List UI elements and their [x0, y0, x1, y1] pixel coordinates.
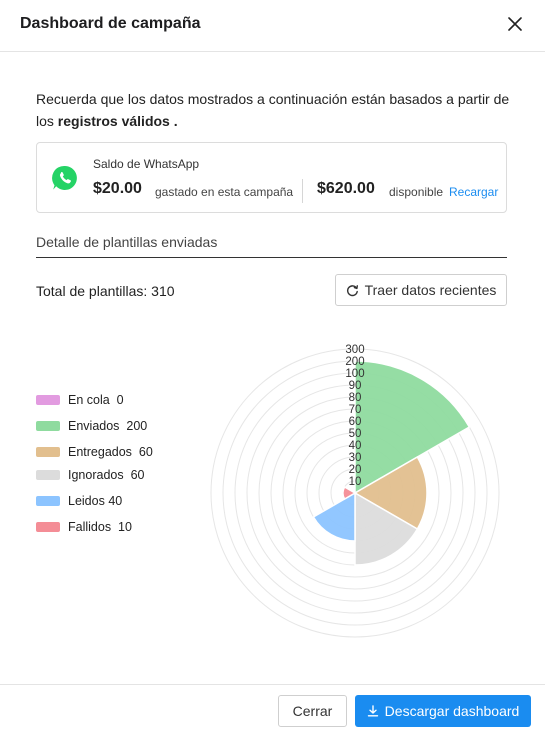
- legend-swatch: [36, 522, 60, 532]
- legend-label-value: 60: [138, 445, 153, 459]
- notice-bold: registros válidos: [57, 113, 170, 129]
- legend-label: Fallidos 10: [68, 520, 132, 534]
- legend-label-name: En cola: [68, 393, 110, 407]
- card-divider: [302, 179, 303, 203]
- legend-swatch: [36, 447, 60, 457]
- legend-label-value: 60: [130, 468, 145, 482]
- legend-label-value: 40: [108, 494, 123, 508]
- close-dialog-button[interactable]: Cerrar: [278, 695, 347, 727]
- legend-swatch: [36, 470, 60, 480]
- download-button-label: Descargar dashboard: [384, 703, 520, 719]
- legend-label-value: 0: [116, 393, 124, 407]
- refresh-icon: [346, 284, 358, 296]
- radial-tick-label: 30: [349, 452, 362, 464]
- radial-tick-label: 80: [349, 392, 362, 404]
- section-divider: [36, 257, 507, 258]
- download-icon: [367, 705, 378, 717]
- spent-label: gastado en esta campaña: [155, 185, 294, 199]
- polar-area-chart: 102030405060708090100200300: [210, 344, 500, 638]
- legend-label-name: Enviados: [68, 419, 120, 433]
- legend-item[interactable]: En cola 0: [36, 393, 124, 407]
- legend-label-name: Ignorados: [68, 468, 124, 482]
- available-amount: $620.00: [317, 180, 375, 197]
- notice-text: Recuerda que los datos mostrados a conti…: [36, 88, 511, 132]
- whatsapp-balance-title: Saldo de WhatsApp: [93, 157, 200, 171]
- legend-label-name: Entregados: [68, 445, 132, 459]
- legend-label-name: Fallidos: [68, 520, 112, 534]
- whatsapp-balance-card: Saldo de WhatsApp $20.00 gastado en esta…: [36, 142, 507, 213]
- legend-label: Ignorados 60: [68, 468, 144, 482]
- legend-item[interactable]: Leidos 40: [36, 494, 122, 508]
- close-button[interactable]: [503, 12, 527, 36]
- radial-tick-label: 70: [349, 404, 362, 416]
- radial-tick-label: 200: [345, 356, 364, 368]
- legend-label-value: 200: [126, 419, 148, 433]
- legend-label-value: 10: [118, 520, 132, 534]
- legend-item[interactable]: Fallidos 10: [36, 520, 132, 534]
- legend-label: En cola 0: [68, 393, 124, 407]
- available-label: disponible: [389, 185, 444, 199]
- legend-label: Enviados 200: [68, 419, 147, 433]
- radial-tick-label: 60: [349, 416, 362, 428]
- legend-label: Leidos 40: [68, 494, 122, 508]
- notice-suffix: .: [169, 113, 178, 129]
- section-title: Detalle de plantillas enviadas: [36, 234, 218, 250]
- close-icon[interactable]: [508, 17, 522, 31]
- legend-label-name: Leidos: [68, 494, 105, 508]
- radial-tick-label: 100: [345, 368, 364, 380]
- total-templates: Total de plantillas: 310: [36, 283, 175, 299]
- legend-swatch: [36, 421, 60, 431]
- refresh-button[interactable]: Traer datos recientes: [335, 274, 507, 306]
- modal-title: Dashboard de campaña: [20, 15, 201, 32]
- download-dashboard-button[interactable]: Descargar dashboard: [355, 695, 531, 727]
- legend-item[interactable]: Entregados 60: [36, 445, 153, 459]
- radial-tick-label: 20: [349, 464, 362, 476]
- whatsapp-icon: [52, 165, 77, 190]
- legend-item[interactable]: Enviados 200: [36, 419, 147, 433]
- radial-tick-label: 50: [349, 428, 362, 440]
- spent-amount: $20.00: [93, 180, 142, 197]
- radial-tick-label: 40: [349, 440, 362, 452]
- refresh-button-label: Traer datos recientes: [364, 282, 497, 298]
- legend-swatch: [36, 395, 60, 405]
- radial-tick-label: 10: [349, 476, 362, 488]
- recharge-link[interactable]: Recargar: [449, 185, 498, 199]
- legend-swatch: [36, 496, 60, 506]
- legend-label: Entregados 60: [68, 445, 153, 459]
- modal-header: Dashboard de campaña: [0, 0, 545, 52]
- legend-item[interactable]: Ignorados 60: [36, 468, 144, 482]
- radial-tick-label: 90: [349, 380, 362, 392]
- radial-tick-label: 300: [345, 344, 364, 356]
